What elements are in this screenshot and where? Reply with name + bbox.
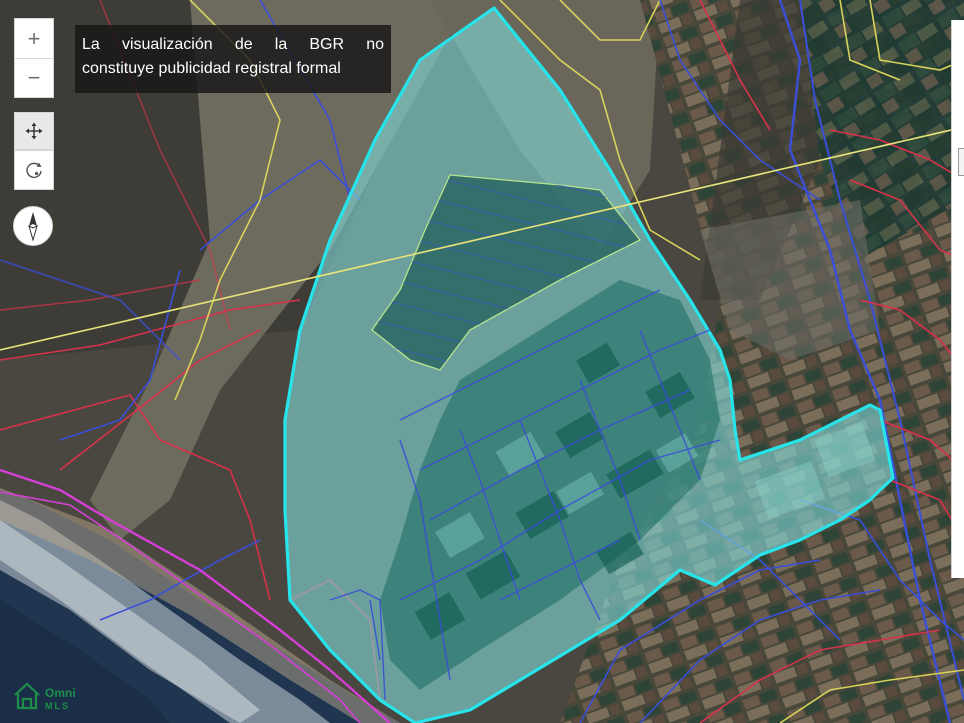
zoom-in-button[interactable]: +	[14, 18, 54, 58]
satellite-map[interactable]	[0, 0, 964, 723]
minus-icon: −	[27, 65, 41, 90]
house-logo-icon	[14, 682, 40, 710]
side-panel	[951, 20, 964, 578]
compass-icon	[28, 212, 38, 241]
bgr-notice: La visualización de la BGR no constituye…	[75, 25, 391, 93]
side-panel-tab[interactable]	[958, 148, 964, 176]
bgr-notice-line1: La visualización de la BGR no	[82, 36, 384, 53]
omni-mls-logo: Omni MLS	[14, 682, 76, 711]
rotate-icon	[26, 162, 42, 179]
pan-button[interactable]	[14, 112, 54, 150]
logo-text-bottom: MLS	[45, 701, 70, 711]
compass-button[interactable]	[13, 206, 53, 246]
zoom-out-button[interactable]: −	[14, 58, 54, 98]
logo-text-top: Omni	[45, 686, 76, 700]
bgr-notice-line2: constituye publicidad registral formal	[82, 60, 341, 77]
plus-icon: +	[27, 25, 41, 51]
rotate-button[interactable]	[14, 150, 54, 190]
move-arrows-icon	[25, 122, 43, 140]
